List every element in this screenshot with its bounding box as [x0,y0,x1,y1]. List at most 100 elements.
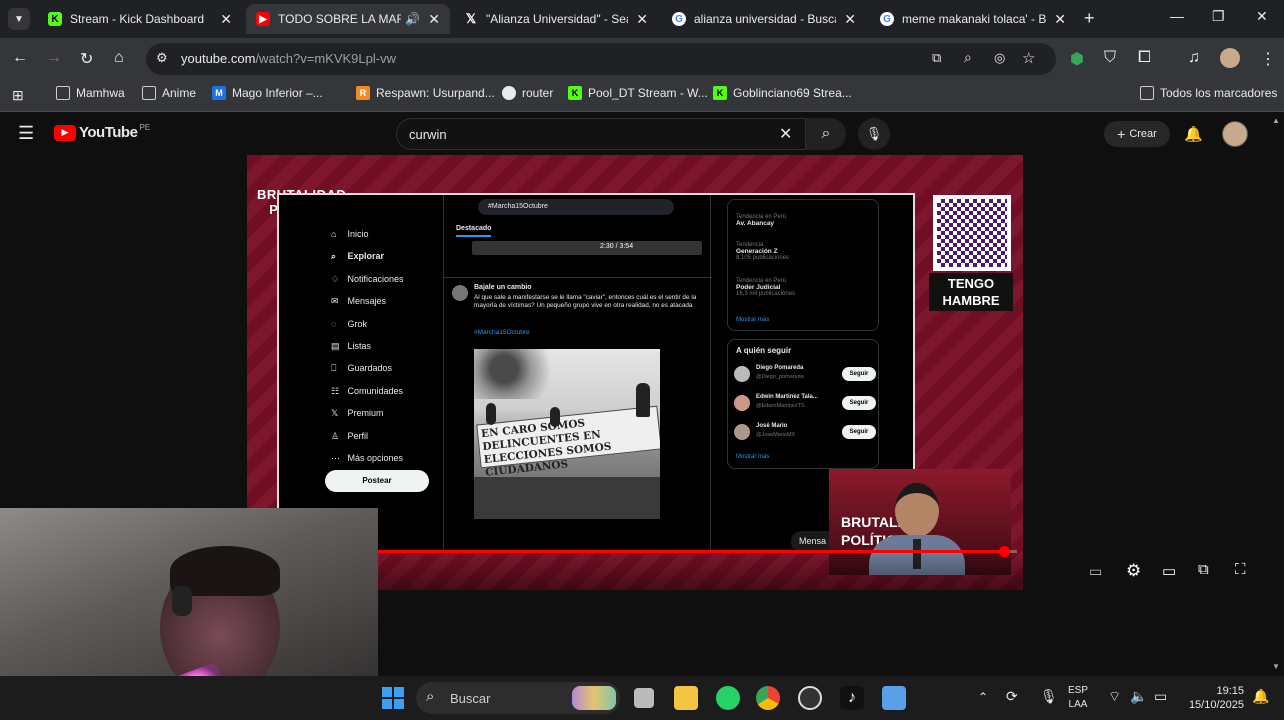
scroll-down-icon[interactable]: ▼ [1272,662,1280,671]
task-view-icon[interactable] [634,688,654,708]
taskbar-search[interactable]: ⌕ Buscar [416,682,620,714]
apps-icon[interactable]: ⊞ [12,87,24,104]
profile-avatar[interactable] [1220,48,1240,68]
google-icon: G [672,12,686,26]
cast-icon[interactable]: ⧉ [1198,561,1209,578]
fullscreen-icon[interactable]: ⛶ [1235,561,1246,578]
settings-gear-icon[interactable]: ⚙ [1126,561,1141,581]
bookmark-anime[interactable]: Anime [142,86,196,100]
bell-icon[interactable]: 🔔 [1184,125,1203,143]
chrome-icon[interactable] [756,686,780,710]
home-icon: ⌂ [331,229,337,239]
bookmark-label: Respawn: Usurpand... [376,86,495,100]
restore-icon[interactable]: ❐ [1212,8,1225,25]
create-button[interactable]: + Crear [1104,121,1170,147]
bookmark-goblin[interactable]: K Goblinciano69 Strea... [713,86,852,100]
clock[interactable]: 19:15 15/10/2025 [1184,684,1244,712]
minimize-icon[interactable]: — [1170,8,1184,24]
bookmark-mago[interactable]: M Mago Inferior –... [212,86,323,100]
person-icon: ♙ [331,430,340,441]
cast-icon[interactable]: ⧉ [932,50,941,66]
close-icon[interactable]: ✕ [636,11,648,28]
hamburger-icon[interactable]: ☰ [18,123,34,144]
tweet-photo: EN CARO SOMOS DELINCUENTES EN ELECCIONES… [474,349,660,519]
search-button[interactable]: ⌕ [806,118,846,150]
qr-caption-line-1: TENGO [947,276,995,291]
bookmark-respawn[interactable]: R Respawn: Usurpand... [356,86,495,100]
clear-search-icon[interactable]: ✕ [779,124,792,144]
tracking-icon[interactable]: ◎ [994,50,1005,66]
folder-icon [56,86,70,100]
file-explorer-icon[interactable] [674,686,698,710]
volume-icon[interactable]: 🔈 [1130,688,1147,705]
notification-bell-icon[interactable]: 🔔 [1252,688,1269,705]
tiktok-icon[interactable]: ♪ [840,686,864,710]
nav-inicio: ⌂ Inicio [331,223,404,245]
close-icon[interactable]: ✕ [844,11,856,28]
menu-icon[interactable]: ⋮ [1260,49,1276,69]
bookmark-pool[interactable]: K Pool_DT Stream - W... [568,86,708,100]
obs-icon[interactable] [798,686,822,710]
trend-2: Tendencia Generación Z 8.105 publicaciones [736,242,790,261]
sync-icon[interactable]: ⟳ [1006,688,1018,705]
bookmark-star-icon[interactable]: ☆ [1022,49,1035,67]
microphone-icon[interactable]: 🎙 [1040,688,1058,705]
youtube-search-box[interactable]: curwin ✕ [396,118,806,150]
tab-search-button[interactable]: ▼ [8,8,30,30]
tab-youtube[interactable]: ▶ TODO SOBRE LA MARCH 🔊 ✕ [246,4,450,34]
site-info-icon[interactable]: ⚙ [156,50,168,66]
close-icon[interactable]: ✕ [428,11,440,28]
voice-search-button[interactable]: 🎙 [858,118,890,150]
youtube-logo[interactable]: ▶ YouTube PE [54,123,150,141]
shield-icon[interactable]: ⛉ [1104,49,1116,67]
extension-green-icon[interactable]: ⬢ [1070,49,1084,69]
language-indicator[interactable]: ESP LAA [1068,684,1088,712]
scroll-up-icon[interactable]: ▲ [1272,116,1280,125]
bookmark-router[interactable]: router [502,86,553,100]
battery-icon[interactable]: ▭ [1154,688,1167,705]
close-icon[interactable]: ✕ [220,11,232,28]
home-icon[interactable]: ⌂ [114,49,124,67]
windows-start-icon[interactable] [382,687,404,709]
all-bookmarks[interactable]: Todos los marcadores [1140,86,1277,100]
forward-icon[interactable]: → [46,49,62,67]
close-icon[interactable]: ✕ [1054,11,1066,28]
x-center-column: #Marcha15Octubre Destacado 2:30 / 3:54 B… [443,195,712,551]
wifi-icon[interactable]: ⌔ [1108,688,1121,706]
extensions-icon[interactable]: ⧠ [1138,49,1151,67]
tab-kick[interactable]: K Stream - Kick Dashboard ✕ [38,4,242,34]
search-input[interactable]: curwin [409,127,447,142]
tab-title: alianza universidad - Buscar [694,12,837,26]
qr-caption-line-2: HAMBRE [942,293,1000,308]
browser-toolbar: ← → ↻ ⌂ ⚙ youtube.com/watch?v=mKVK9Lpl-v… [0,38,1284,80]
x-icon: 𝕏 [331,408,339,419]
theater-mode-icon[interactable]: ▭ [1162,562,1176,580]
tray-overflow-icon[interactable]: ⌃ [978,690,988,704]
search-icon: ⌕ [426,688,435,705]
trend-3: Tendencia en Perú Poder Judicial 16,3 mil … [736,278,796,297]
window-close-icon[interactable]: ✕ [1256,8,1268,25]
tab-title: "Alianza Universidad" - Sear [486,12,629,26]
taskbar-search-label: Buscar [450,691,491,706]
speaker-icon[interactable]: 🔊 [405,12,420,26]
new-tab-button[interactable]: + [1084,8,1095,29]
nav-listas: ▤ Listas [331,335,404,357]
tab-google-meme[interactable]: G meme makanaki tolaca' - Bu ✕ [870,4,1076,34]
media-icon[interactable]: ♫ [1188,49,1200,67]
nav-mas-opciones: ⋯ Más opciones [331,447,404,469]
avatar [734,395,750,411]
reload-icon[interactable]: ↻ [80,49,93,69]
youtube-icon: ▶ [256,12,270,26]
youtube-avatar[interactable] [1222,121,1248,147]
back-icon[interactable]: ← [12,49,28,67]
tweet-author: Bajale un cambio [474,284,532,291]
whatsapp-icon[interactable] [716,686,740,710]
bookmark-mamhwa[interactable]: Mamhwa [56,86,125,100]
url-path: /watch?v=mKVK9Lpl-vw [255,51,396,66]
notepad-icon[interactable] [882,686,906,710]
subtitles-button-icon[interactable]: ▭ [1089,563,1102,580]
tab-x-search[interactable]: 𝕏 "Alianza Universidad" - Sear ✕ [454,4,658,34]
zoom-icon[interactable]: ⌕ [964,49,972,66]
tab-google-alianza[interactable]: G alianza universidad - Buscar ✕ [662,4,866,34]
address-bar[interactable]: ⚙ youtube.com/watch?v=mKVK9Lpl-vw ⧉ ⌕ ◎ … [146,43,1056,75]
